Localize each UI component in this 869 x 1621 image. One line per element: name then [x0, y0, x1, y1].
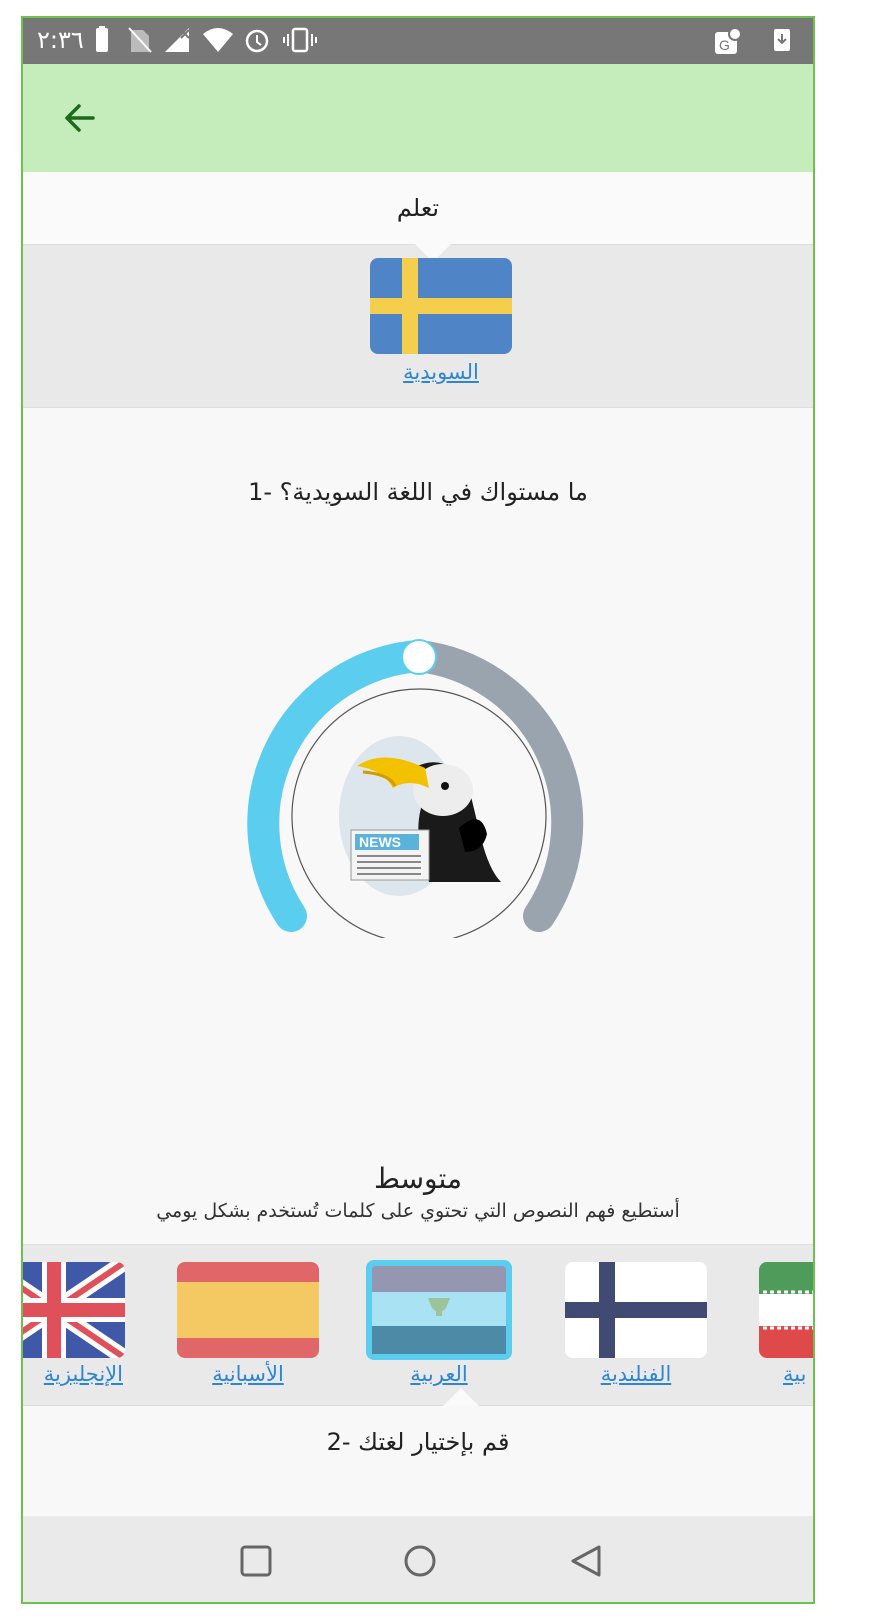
- native-language-label-english[interactable]: الإنجليزية: [23, 1362, 123, 1386]
- spain-flag[interactable]: [177, 1262, 319, 1358]
- sweden-flag[interactable]: [370, 258, 512, 354]
- recents-icon[interactable]: [239, 1544, 273, 1578]
- uk-flag[interactable]: [21, 1262, 125, 1358]
- native-language-label-finnish[interactable]: الفنلندية: [565, 1362, 707, 1386]
- vibrate-icon: [283, 27, 317, 53]
- signal-off-icon: [165, 28, 190, 52]
- arabic-flag[interactable]: [364, 1258, 514, 1362]
- app-bar: [23, 64, 813, 172]
- home-icon[interactable]: [403, 1544, 437, 1578]
- status-time: ٢:٣٦: [37, 26, 84, 54]
- target-language-label[interactable]: السويدية: [363, 360, 519, 384]
- status-bar: ٢:٣٦ G: [23, 18, 813, 64]
- back-triangle-icon[interactable]: [569, 1544, 603, 1578]
- level-title: متوسط: [374, 1162, 462, 1195]
- level-dial[interactable]: NEWS: [233, 638, 597, 938]
- level-question: ما مستواك في اللغة السويدية؟ -1: [248, 478, 588, 506]
- wifi-icon: [203, 28, 233, 52]
- finland-flag[interactable]: [565, 1262, 707, 1358]
- maps-icon: G: [715, 27, 742, 54]
- selector-notch-bottom: [443, 1388, 479, 1406]
- download-icon: [774, 29, 790, 51]
- iran-flag[interactable]: [759, 1262, 815, 1358]
- choose-native-language-prompt: قم بإختيار لغتك -2: [326, 1428, 510, 1456]
- level-slider-knob[interactable]: [401, 639, 437, 675]
- battery-icon: [96, 26, 108, 52]
- native-language-label-spanish[interactable]: الأسبانية: [177, 1362, 319, 1386]
- svg-text:G: G: [719, 37, 730, 53]
- svg-text:NEWS: NEWS: [359, 834, 401, 850]
- native-language-label-arabic[interactable]: العربية: [364, 1362, 514, 1386]
- app-frame: ٢:٣٦ G تعلم السويدية ما مستواك في اللغة …: [21, 16, 815, 1604]
- learn-heading: تعلم: [23, 172, 813, 244]
- system-nav-bar: [23, 1516, 813, 1602]
- level-description: أستطيع فهم النصوص التي تحتوي على كلمات ت…: [156, 1200, 680, 1222]
- native-language-label-partial[interactable]: بية: [783, 1362, 813, 1386]
- arrow-back-icon[interactable]: [59, 98, 99, 138]
- no-sim-icon: [128, 27, 152, 53]
- alarm-icon: [245, 29, 269, 53]
